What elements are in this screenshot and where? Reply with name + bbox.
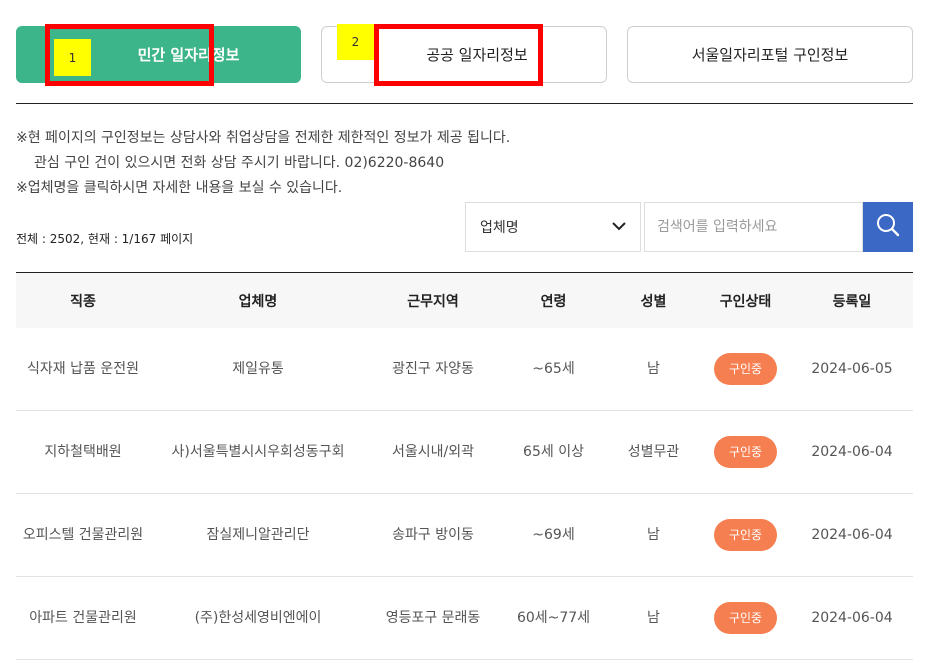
status-badge: 구인중 <box>713 602 778 634</box>
notice-line: 관심 구인 건이 있으시면 전화 상담 주시기 바랍니다. 02)6220-86… <box>34 155 445 171</box>
location-cell: 서울시내/외곽 <box>366 410 500 494</box>
notice-line: ※업체명을 클릭하시면 자세한 내용을 보실 수 있습니다. <box>16 180 343 196</box>
company-name-link[interactable]: 제일유통 <box>150 328 366 411</box>
search-input[interactable] <box>644 202 863 252</box>
company-name-link[interactable]: 사)서울특별시시우회성동구회 <box>150 410 366 494</box>
status-badge: 구인중 <box>713 436 778 468</box>
job-listing-table: 직종 업체명 근무지역 연령 성별 구인상태 등록일 식자재 납품 운전원 제일… <box>16 272 913 660</box>
job-info-tabs: 민간 일자리정보 공공 일자리정보 서울일자리포털 구인정보 <box>16 26 913 85</box>
select-value: 업체명 <box>480 220 519 236</box>
location-cell: 광진구 자양동 <box>366 328 500 411</box>
column-header: 구인상태 <box>700 272 791 328</box>
divider <box>16 103 913 104</box>
job-type-cell: 지하철택배원 <box>16 410 150 494</box>
job-type-cell: 식자재 납품 운전원 <box>16 328 150 411</box>
table-row: 아파트 건물관리원 (주)한성세영비엔에이 영등포구 문래동 60세~77세 남… <box>16 576 913 660</box>
age-cell: 60세~77세 <box>500 576 607 660</box>
job-type-cell: 오피스텔 건물관리원 <box>16 493 150 577</box>
tab-label: 서울일자리포털 구인정보 <box>691 46 849 64</box>
status-cell: 구인중 <box>700 410 791 494</box>
table-header-row: 직종 업체명 근무지역 연령 성별 구인상태 등록일 <box>16 272 913 328</box>
status-badge: 구인중 <box>713 353 778 385</box>
table-row: 식자재 납품 운전원 제일유통 광진구 자양동 ~65세 남 구인중 2024-… <box>16 328 913 411</box>
location-cell: 영등포구 문래동 <box>366 576 500 660</box>
date-cell: 2024-06-04 <box>791 576 913 660</box>
gender-cell: 남 <box>607 576 700 660</box>
age-cell: 65세 이상 <box>500 410 607 494</box>
date-cell: 2024-06-04 <box>791 493 913 577</box>
search-bar: 업체명 <box>465 202 913 252</box>
age-cell: ~69세 <box>500 493 607 577</box>
tab-seoul-portal-jobs[interactable]: 서울일자리포털 구인정보 <box>627 26 913 83</box>
column-header: 업체명 <box>150 272 366 328</box>
chevron-down-icon <box>612 219 626 235</box>
table-row: 오피스텔 건물관리원 잠실제니알관리단 송파구 방이동 ~69세 남 구인중 2… <box>16 493 913 577</box>
gender-cell: 남 <box>607 328 700 411</box>
search-button[interactable] <box>863 202 913 252</box>
highlight-marker-2: 2 <box>337 24 374 60</box>
status-cell: 구인중 <box>700 328 791 411</box>
status-badge: 구인중 <box>713 519 778 551</box>
company-name-link[interactable]: 잠실제니알관리단 <box>150 493 366 577</box>
column-header: 등록일 <box>791 272 913 328</box>
company-name-link[interactable]: (주)한성세영비엔에이 <box>150 576 366 660</box>
location-cell: 송파구 방이동 <box>366 493 500 577</box>
date-cell: 2024-06-04 <box>791 410 913 494</box>
table-row: 지하철택배원 사)서울특별시시우회성동구회 서울시내/외곽 65세 이상 성별무… <box>16 410 913 494</box>
column-header: 연령 <box>500 272 607 328</box>
tab-label: 민간 일자리정보 <box>137 46 240 64</box>
notice-line: ※현 페이지의 구인정보는 상담사와 취업상담을 전제한 제한적인 정보가 제공… <box>16 130 511 146</box>
status-cell: 구인중 <box>700 493 791 577</box>
date-cell: 2024-06-05 <box>791 328 913 411</box>
age-cell: ~65세 <box>500 328 607 411</box>
highlight-marker-1: 1 <box>54 39 91 76</box>
gender-cell: 성별무관 <box>607 410 700 494</box>
tab-label: 공공 일자리정보 <box>426 46 528 64</box>
column-header: 성별 <box>607 272 700 328</box>
job-type-cell: 아파트 건물관리원 <box>16 576 150 660</box>
column-header: 직종 <box>16 272 150 328</box>
status-cell: 구인중 <box>700 576 791 660</box>
column-header: 근무지역 <box>366 272 500 328</box>
total-count: 전체 : 2502, 현재 : 1/167 페이지 <box>16 232 194 246</box>
notice-text: ※현 페이지의 구인정보는 상담사와 취업상담을 전제한 제한적인 정보가 제공… <box>16 126 510 201</box>
search-icon <box>876 213 900 241</box>
search-field-select[interactable]: 업체명 <box>465 202 641 252</box>
gender-cell: 남 <box>607 493 700 577</box>
